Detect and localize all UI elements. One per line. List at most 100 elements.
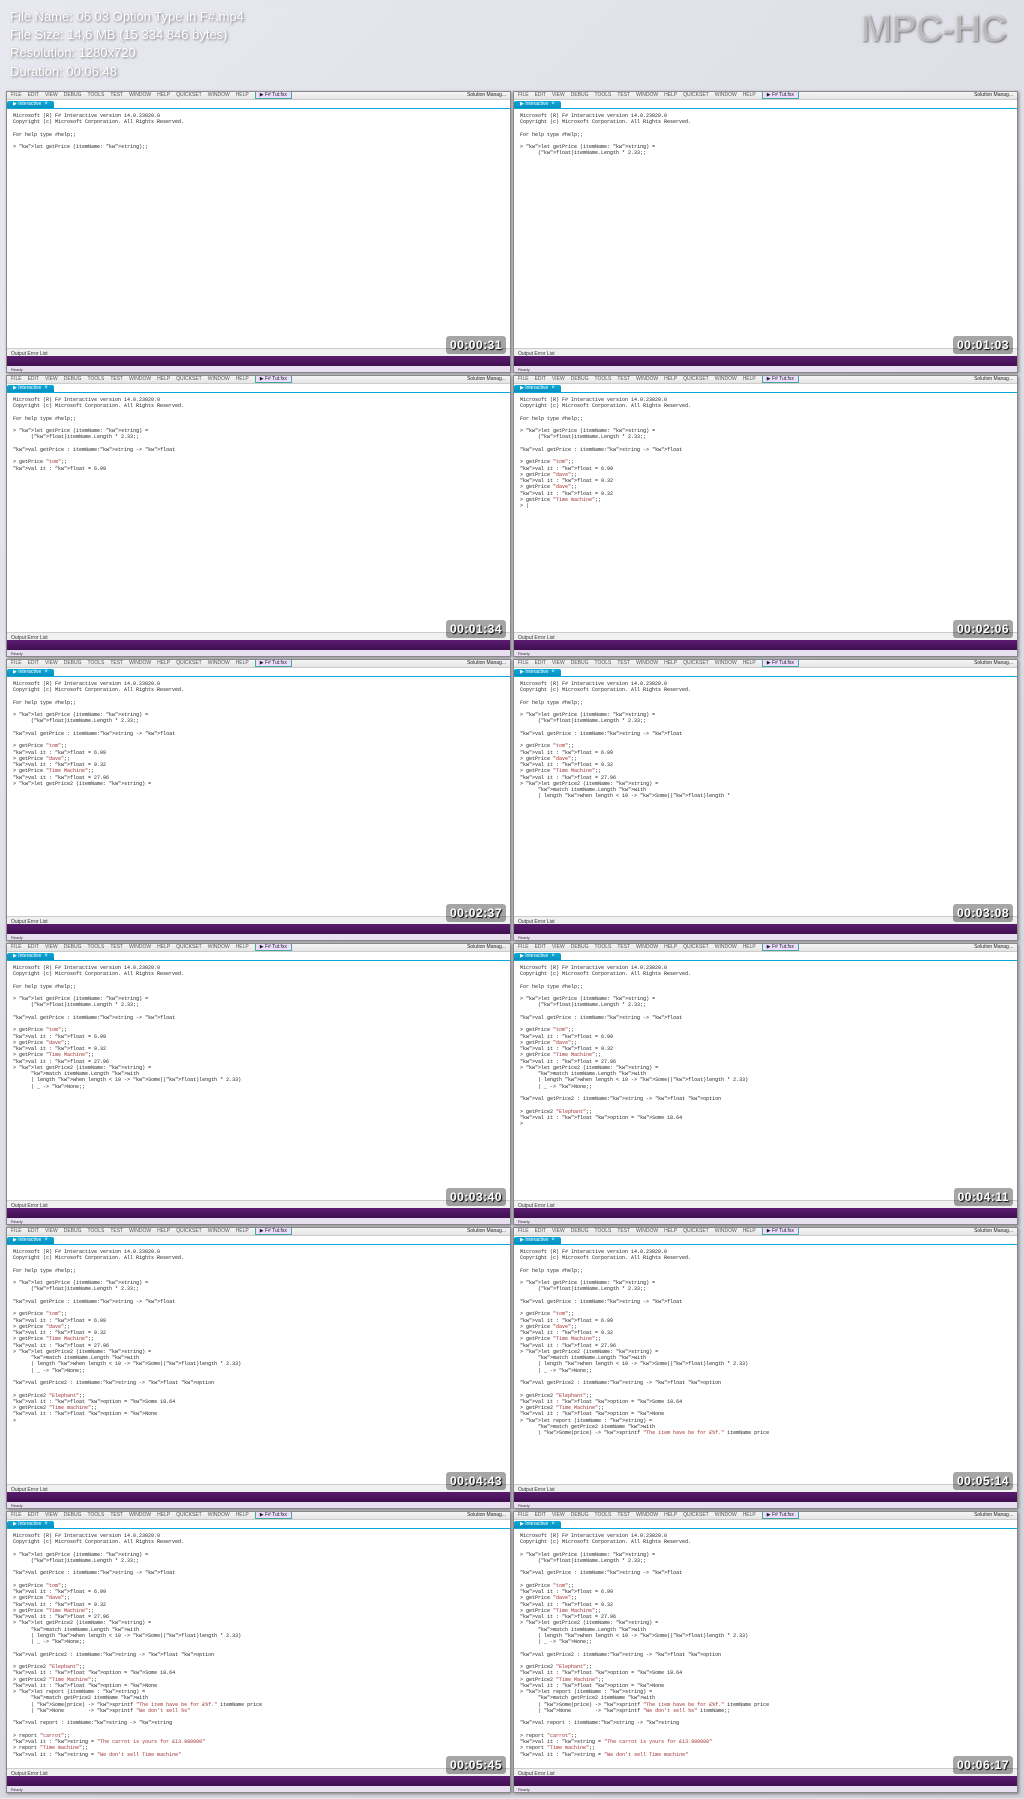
menu-item[interactable]: TOOLS bbox=[88, 376, 105, 382]
menu-item[interactable]: WINDOW bbox=[208, 1228, 230, 1234]
menu-item[interactable]: VIEW bbox=[45, 660, 58, 666]
menu-item[interactable]: VIEW bbox=[45, 376, 58, 382]
thumbnail[interactable]: FILEEDITVIEWDEBUGTOOLSTESTWINDOWHELPQUIC… bbox=[513, 943, 1018, 1225]
tab-interactive[interactable]: ▶ Interactive bbox=[7, 1237, 54, 1244]
menu-item[interactable]: DEBUG bbox=[571, 1228, 589, 1234]
menu-item[interactable]: WINDOW bbox=[636, 944, 658, 950]
tab-interactive[interactable]: ▶ Interactive bbox=[514, 953, 561, 960]
menu-item[interactable]: VIEW bbox=[552, 1228, 565, 1234]
menu-item[interactable]: VIEW bbox=[45, 1512, 58, 1518]
menu-item[interactable]: EDIT bbox=[28, 92, 39, 98]
menu-item[interactable]: FILE bbox=[518, 376, 529, 382]
menu-item[interactable]: TEST bbox=[110, 92, 123, 98]
code-editor[interactable]: Microsoft (R) F# Interactive version 14.… bbox=[7, 677, 510, 916]
code-editor[interactable]: Microsoft (R) F# Interactive version 14.… bbox=[7, 1245, 510, 1484]
menu-item[interactable]: TEST bbox=[110, 944, 123, 950]
menu-item[interactable]: WINDOW bbox=[129, 376, 151, 382]
menu-item[interactable]: HELP bbox=[236, 376, 249, 382]
menu-item[interactable]: HELP bbox=[664, 944, 677, 950]
menu-item[interactable]: TEST bbox=[617, 376, 630, 382]
menu-item[interactable]: DEBUG bbox=[571, 92, 589, 98]
menu-item[interactable]: QUICKSET bbox=[683, 660, 709, 666]
menu-item[interactable]: EDIT bbox=[28, 660, 39, 666]
menu-item[interactable]: HELP bbox=[236, 1512, 249, 1518]
menu-item[interactable]: WINDOW bbox=[208, 944, 230, 950]
menu-item[interactable]: TOOLS bbox=[595, 660, 612, 666]
menu-item[interactable]: EDIT bbox=[28, 376, 39, 382]
menu-item[interactable]: TEST bbox=[110, 660, 123, 666]
menu-item[interactable]: HELP bbox=[743, 660, 756, 666]
tab-interactive[interactable]: ▶ Interactive bbox=[514, 669, 561, 676]
thumbnail[interactable]: FILEEDITVIEWDEBUGTOOLSTESTWINDOWHELPQUIC… bbox=[6, 375, 511, 657]
tab-interactive[interactable]: ▶ Interactive bbox=[7, 669, 54, 676]
menu-item[interactable]: QUICKSET bbox=[176, 944, 202, 950]
menu-item[interactable]: TOOLS bbox=[595, 376, 612, 382]
menu-item[interactable]: HELP bbox=[157, 944, 170, 950]
menu-item[interactable]: FILE bbox=[518, 660, 529, 666]
thumbnail[interactable]: FILEEDITVIEWDEBUGTOOLSTESTWINDOWHELPQUIC… bbox=[513, 91, 1018, 373]
thumbnail[interactable]: FILEEDITVIEWDEBUGTOOLSTESTWINDOWHELPQUIC… bbox=[513, 1511, 1018, 1793]
menu-item[interactable]: QUICKSET bbox=[683, 944, 709, 950]
code-editor[interactable]: Microsoft (R) F# Interactive version 14.… bbox=[7, 1529, 510, 1768]
menu-item[interactable]: QUICKSET bbox=[683, 92, 709, 98]
menu-item[interactable]: HELP bbox=[157, 1228, 170, 1234]
toolbar-file-dropdown[interactable]: ▶ F# Tut.fsx bbox=[255, 1227, 292, 1235]
menu-item[interactable]: WINDOW bbox=[129, 92, 151, 98]
menu-item[interactable]: TEST bbox=[110, 1512, 123, 1518]
menu-item[interactable]: WINDOW bbox=[208, 376, 230, 382]
menu-item[interactable]: HELP bbox=[157, 1512, 170, 1518]
menu-item[interactable]: TOOLS bbox=[595, 1512, 612, 1518]
menu-item[interactable]: EDIT bbox=[535, 944, 546, 950]
menu-item[interactable]: FILE bbox=[11, 1512, 22, 1518]
toolbar-file-dropdown[interactable]: ▶ F# Tut.fsx bbox=[255, 375, 292, 383]
menu-item[interactable]: WINDOW bbox=[636, 660, 658, 666]
menu-item[interactable]: WINDOW bbox=[715, 660, 737, 666]
menu-item[interactable]: WINDOW bbox=[208, 660, 230, 666]
thumbnail[interactable]: FILEEDITVIEWDEBUGTOOLSTESTWINDOWHELPQUIC… bbox=[6, 91, 511, 373]
toolbar-file-dropdown[interactable]: ▶ F# Tut.fsx bbox=[762, 91, 799, 99]
menu-item[interactable]: WINDOW bbox=[636, 376, 658, 382]
thumbnail[interactable]: FILEEDITVIEWDEBUGTOOLSTESTWINDOWHELPQUIC… bbox=[513, 375, 1018, 657]
menu-item[interactable]: FILE bbox=[11, 376, 22, 382]
thumbnail[interactable]: FILEEDITVIEWDEBUGTOOLSTESTWINDOWHELPQUIC… bbox=[513, 1227, 1018, 1509]
menu-item[interactable]: VIEW bbox=[552, 92, 565, 98]
menu-item[interactable]: TOOLS bbox=[88, 92, 105, 98]
menu-item[interactable]: TOOLS bbox=[88, 1228, 105, 1234]
menu-item[interactable]: DEBUG bbox=[64, 660, 82, 666]
menu-item[interactable]: HELP bbox=[236, 92, 249, 98]
menu-item[interactable]: VIEW bbox=[552, 944, 565, 950]
menu-item[interactable]: FILE bbox=[518, 1512, 529, 1518]
menu-item[interactable]: DEBUG bbox=[571, 660, 589, 666]
menu-item[interactable]: DEBUG bbox=[571, 1512, 589, 1518]
toolbar-file-dropdown[interactable]: ▶ F# Tut.fsx bbox=[762, 943, 799, 951]
menu-item[interactable]: WINDOW bbox=[715, 944, 737, 950]
code-editor[interactable]: Microsoft (R) F# Interactive version 14.… bbox=[514, 393, 1017, 632]
menu-item[interactable]: HELP bbox=[236, 660, 249, 666]
menu-item[interactable]: WINDOW bbox=[636, 92, 658, 98]
menu-item[interactable]: FILE bbox=[518, 944, 529, 950]
toolbar-file-dropdown[interactable]: ▶ F# Tut.fsx bbox=[762, 1511, 799, 1519]
menu-item[interactable]: WINDOW bbox=[636, 1512, 658, 1518]
menu-item[interactable]: DEBUG bbox=[571, 944, 589, 950]
menu-item[interactable]: HELP bbox=[664, 1512, 677, 1518]
menu-item[interactable]: HELP bbox=[743, 376, 756, 382]
menu-item[interactable]: VIEW bbox=[552, 1512, 565, 1518]
tab-interactive[interactable]: ▶ Interactive bbox=[514, 385, 561, 392]
menu-item[interactable]: HELP bbox=[664, 1228, 677, 1234]
menu-item[interactable]: TOOLS bbox=[595, 1228, 612, 1234]
menu-item[interactable]: DEBUG bbox=[64, 944, 82, 950]
code-editor[interactable]: Microsoft (R) F# Interactive version 14.… bbox=[514, 677, 1017, 916]
menu-item[interactable]: EDIT bbox=[535, 1512, 546, 1518]
toolbar-file-dropdown[interactable]: ▶ F# Tut.fsx bbox=[255, 943, 292, 951]
menu-item[interactable]: VIEW bbox=[552, 660, 565, 666]
menu-item[interactable]: EDIT bbox=[535, 376, 546, 382]
menu-item[interactable]: DEBUG bbox=[64, 1512, 82, 1518]
menu-item[interactable]: DEBUG bbox=[64, 92, 82, 98]
menu-item[interactable]: WINDOW bbox=[715, 376, 737, 382]
menu-item[interactable]: FILE bbox=[11, 660, 22, 666]
menu-item[interactable]: TOOLS bbox=[88, 660, 105, 666]
code-editor[interactable]: Microsoft (R) F# Interactive version 14.… bbox=[514, 109, 1017, 348]
menu-item[interactable]: QUICKSET bbox=[176, 376, 202, 382]
toolbar-file-dropdown[interactable]: ▶ F# Tut.fsx bbox=[762, 659, 799, 667]
code-editor[interactable]: Microsoft (R) F# Interactive version 14.… bbox=[514, 961, 1017, 1200]
